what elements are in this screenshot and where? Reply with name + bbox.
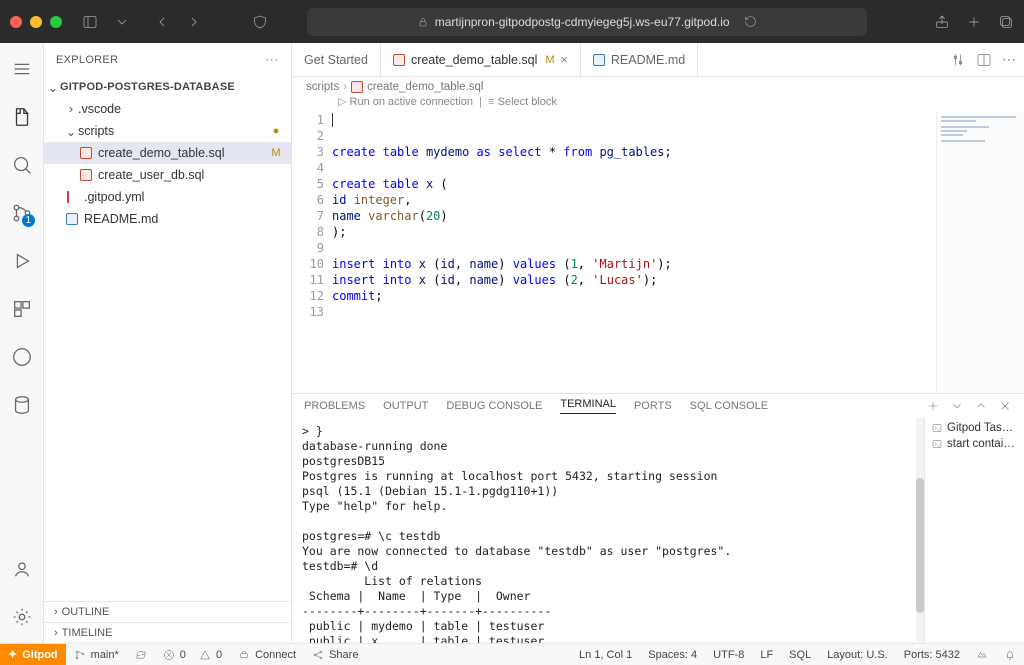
share-button[interactable]: Share — [304, 644, 366, 665]
ports-indicator[interactable]: Ports: 5432 — [896, 649, 968, 661]
gitpod-button[interactable]: ✦ Gitpod — [0, 644, 66, 665]
close-window-icon[interactable] — [10, 16, 22, 28]
indent-indicator[interactable]: Spaces: 4 — [640, 649, 705, 661]
url-text: martijnpron-gitpodpostg-cdmyiegeg5j.ws-e… — [435, 15, 730, 29]
editor-tab[interactable]: create_demo_table.sqlM× — [381, 43, 581, 76]
language-indicator[interactable]: SQL — [781, 649, 819, 661]
close-panel-icon[interactable] — [998, 399, 1012, 413]
tab-more-icon[interactable]: ⋯ — [1002, 51, 1016, 68]
source-control-icon[interactable]: 1 — [0, 193, 44, 233]
bell-icon[interactable] — [996, 649, 1024, 661]
cursor-position[interactable]: Ln 1, Col 1 — [571, 649, 640, 661]
menu-icon[interactable] — [0, 49, 44, 89]
timeline-section[interactable]: ›TIMELINE — [44, 622, 291, 643]
window-controls[interactable] — [10, 16, 62, 28]
tree-item[interactable]: ›.vscode — [44, 98, 291, 120]
problems-indicator[interactable]: 0 0 — [155, 644, 230, 665]
panel-tab[interactable]: DEBUG CONSOLE — [446, 400, 542, 412]
chevron-down-icon[interactable] — [950, 399, 964, 413]
share-icon[interactable] — [934, 14, 950, 30]
back-icon[interactable] — [154, 14, 170, 30]
explorer-title: EXPLORER — [56, 54, 118, 66]
minimap[interactable] — [936, 112, 1024, 393]
code-area[interactable]: create table mydemo as select * from pg_… — [332, 112, 936, 393]
tree-item[interactable]: ⌄scripts● — [44, 120, 291, 142]
account-icon[interactable] — [0, 549, 44, 589]
tree-root[interactable]: ⌄GITPOD-POSTGRES-DATABASE — [44, 76, 291, 98]
scm-badge: 1 — [22, 214, 36, 227]
github-icon[interactable] — [0, 337, 44, 377]
split-editor-icon[interactable] — [976, 52, 992, 68]
terminal[interactable]: > } database-running done postgresDB15 P… — [292, 418, 916, 643]
side-panel: EXPLORER ⋯ ⌄GITPOD-POSTGRES-DATABASE›.vs… — [44, 43, 292, 643]
zoom-window-icon[interactable] — [50, 16, 62, 28]
panel-tab[interactable]: PORTS — [634, 400, 672, 412]
refresh-icon[interactable] — [744, 15, 757, 28]
sidebar-toggle-icon[interactable] — [82, 14, 98, 30]
code-editor[interactable]: 12345678910111213 create table mydemo as… — [292, 112, 1024, 393]
explorer-icon[interactable] — [0, 97, 44, 137]
sql-file-icon — [351, 81, 363, 93]
file-tree[interactable]: ⌄GITPOD-POSTGRES-DATABASE›.vscode⌄script… — [44, 76, 291, 601]
terminal-list-item[interactable]: start contai… — [931, 438, 1018, 450]
browser-chrome: martijnpron-gitpodpostg-cdmyiegeg5j.ws-e… — [0, 0, 1024, 43]
editor-tab[interactable]: Get Started — [292, 43, 381, 76]
md-file-icon — [593, 54, 605, 66]
encoding-indicator[interactable]: UTF-8 — [705, 649, 752, 661]
status-bar: ✦ Gitpod main* 0 0 Connect Share Ln 1, C… — [0, 643, 1024, 665]
lock-icon — [417, 16, 429, 28]
panel-tab[interactable]: PROBLEMS — [304, 400, 365, 412]
layout-indicator[interactable]: Layout: U.S. — [819, 649, 896, 661]
outline-section[interactable]: ›OUTLINE — [44, 601, 291, 622]
new-terminal-icon[interactable] — [926, 399, 940, 413]
breadcrumb[interactable]: scripts › create_demo_table.sql — [292, 77, 1024, 93]
tree-item[interactable]: README.md — [44, 208, 291, 230]
connect-button[interactable]: Connect — [230, 644, 304, 665]
line-numbers: 12345678910111213 — [292, 112, 332, 393]
terminal-list-item[interactable]: Gitpod Tas… — [931, 422, 1018, 434]
bottom-panel: PROBLEMS OUTPUT DEBUG CONSOLE TERMINAL PORTS… — [292, 393, 1024, 643]
address-bar[interactable]: martijnpron-gitpodpostg-cdmyiegeg5j.ws-e… — [307, 8, 867, 36]
gear-icon[interactable] — [0, 597, 44, 637]
branch-indicator[interactable]: main* — [66, 644, 127, 665]
diff-icon[interactable] — [950, 52, 966, 68]
eol-indicator[interactable]: LF — [752, 649, 781, 661]
explorer-more-icon[interactable]: ⋯ — [265, 51, 279, 68]
tabs-icon[interactable] — [998, 14, 1014, 30]
new-tab-icon[interactable] — [966, 14, 982, 30]
panel-tabs: PROBLEMS OUTPUT DEBUG CONSOLE TERMINAL PORTS… — [292, 394, 1024, 418]
panel-tab[interactable]: SQL CONSOLE — [690, 400, 768, 412]
activity-bar: 1 — [0, 43, 44, 643]
search-icon[interactable] — [0, 145, 44, 185]
editor-tab[interactable]: README.md — [581, 43, 698, 76]
feedback-icon[interactable] — [968, 649, 996, 661]
panel-tab[interactable]: OUTPUT — [383, 400, 428, 412]
panel-tab[interactable]: TERMINAL — [560, 398, 616, 414]
shield-icon[interactable] — [252, 14, 268, 30]
close-tab-icon[interactable]: × — [561, 53, 568, 67]
extensions-icon[interactable] — [0, 289, 44, 329]
maximize-panel-icon[interactable] — [974, 399, 988, 413]
sql-file-icon — [393, 54, 405, 66]
code-lens[interactable]: ▷ Run on active connection | ≡ Select bl… — [292, 93, 1024, 112]
tree-item[interactable]: .gitpod.yml — [44, 186, 291, 208]
terminal-scrollbar[interactable] — [916, 418, 924, 643]
database-icon[interactable] — [0, 385, 44, 425]
forward-icon[interactable] — [186, 14, 202, 30]
editor-group: Get Startedcreate_demo_table.sqlM×README… — [292, 43, 1024, 643]
tree-item[interactable]: create_demo_table.sqlM — [44, 142, 291, 164]
editor-tabs: Get Startedcreate_demo_table.sqlM×README… — [292, 43, 1024, 77]
minimize-window-icon[interactable] — [30, 16, 42, 28]
run-debug-icon[interactable] — [0, 241, 44, 281]
chevron-down-icon[interactable] — [114, 14, 130, 30]
sync-button[interactable] — [127, 644, 155, 665]
terminal-list[interactable]: Gitpod Tas… start contai… — [924, 418, 1024, 643]
tree-item[interactable]: create_user_db.sql — [44, 164, 291, 186]
